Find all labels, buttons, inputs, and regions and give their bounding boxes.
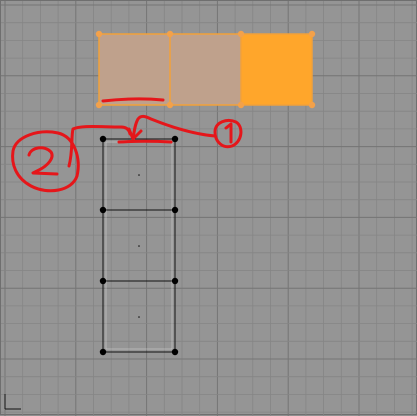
selected-vertex[interactable]	[308, 101, 316, 109]
axis-gizmo-icon	[4, 394, 21, 410]
selected-vertex[interactable]	[237, 101, 245, 109]
label-1-glyph	[224, 122, 233, 144]
vertex[interactable]	[99, 135, 107, 143]
3d-viewport[interactable]	[0, 0, 417, 416]
selected-vertex[interactable]	[308, 30, 316, 38]
selected-vertex[interactable]	[237, 30, 245, 38]
selected-vertex[interactable]	[166, 30, 174, 38]
face-center-dot-3	[138, 316, 140, 318]
vertex[interactable]	[99, 206, 107, 214]
selected-vertex[interactable]	[95, 30, 103, 38]
selected-face[interactable]	[240, 33, 313, 106]
red-annotations	[11, 97, 243, 193]
label-2-glyph	[27, 146, 59, 176]
top-edge-stroke	[117, 139, 173, 144]
vertex[interactable]	[171, 277, 179, 285]
arrow-stem-stroke	[131, 114, 217, 141]
faded-face-2[interactable]	[169, 33, 242, 106]
viewport-canvas[interactable]	[1, 1, 417, 416]
face-center-dot-1	[138, 174, 140, 176]
face-center-dot-2	[138, 245, 140, 247]
selected-vertex[interactable]	[95, 101, 103, 109]
vertex[interactable]	[171, 348, 179, 356]
vertex[interactable]	[99, 348, 107, 356]
vertex[interactable]	[99, 277, 107, 285]
label-1-circle	[213, 118, 243, 149]
selected-face-row[interactable]	[95, 30, 316, 109]
faded-face-1[interactable]	[98, 33, 171, 106]
vertex[interactable]	[171, 135, 179, 143]
vertex[interactable]	[171, 206, 179, 214]
selected-vertex[interactable]	[166, 101, 174, 109]
